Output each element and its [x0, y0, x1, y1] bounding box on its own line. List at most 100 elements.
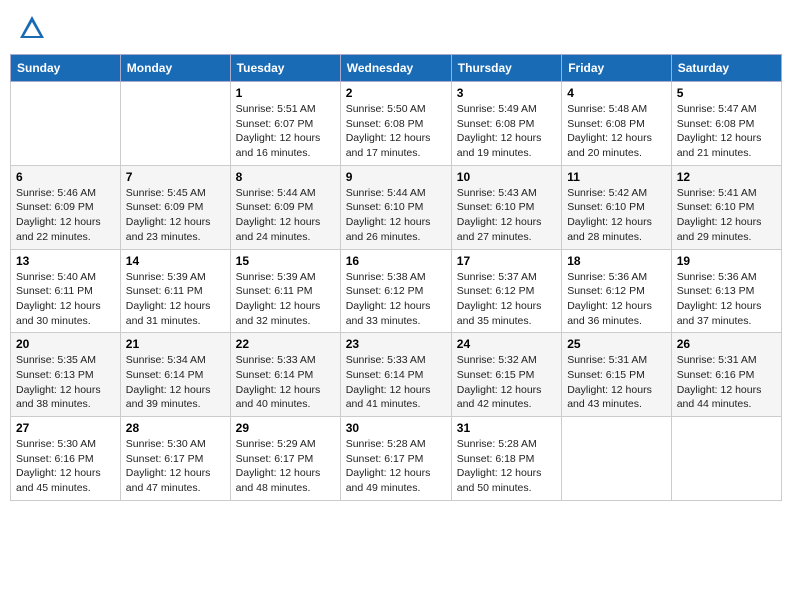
calendar-cell: 9 Sunrise: 5:44 AM Sunset: 6:10 PM Daylig… — [340, 165, 451, 249]
day-detail: Sunrise: 5:41 AM Sunset: 6:10 PM Dayligh… — [677, 186, 776, 245]
calendar-cell: 20 Sunrise: 5:35 AM Sunset: 6:13 PM Dayli… — [11, 333, 121, 417]
day-number: 24 — [457, 337, 556, 351]
day-number: 22 — [236, 337, 335, 351]
day-number: 13 — [16, 254, 115, 268]
calendar-cell: 15 Sunrise: 5:39 AM Sunset: 6:11 PM Dayli… — [230, 249, 340, 333]
day-number: 9 — [346, 170, 446, 184]
calendar-week-row: 13 Sunrise: 5:40 AM Sunset: 6:11 PM Dayli… — [11, 249, 782, 333]
calendar-cell: 28 Sunrise: 5:30 AM Sunset: 6:17 PM Dayli… — [120, 417, 230, 501]
day-detail: Sunrise: 5:40 AM Sunset: 6:11 PM Dayligh… — [16, 270, 115, 329]
day-detail: Sunrise: 5:38 AM Sunset: 6:12 PM Dayligh… — [346, 270, 446, 329]
day-detail: Sunrise: 5:45 AM Sunset: 6:09 PM Dayligh… — [126, 186, 225, 245]
calendar-cell — [11, 82, 121, 166]
calendar-day-header: Monday — [120, 55, 230, 82]
day-number: 16 — [346, 254, 446, 268]
day-number: 27 — [16, 421, 115, 435]
calendar-cell — [671, 417, 781, 501]
day-detail: Sunrise: 5:30 AM Sunset: 6:17 PM Dayligh… — [126, 437, 225, 496]
day-detail: Sunrise: 5:31 AM Sunset: 6:15 PM Dayligh… — [567, 353, 666, 412]
calendar-week-row: 20 Sunrise: 5:35 AM Sunset: 6:13 PM Dayli… — [11, 333, 782, 417]
day-number: 10 — [457, 170, 556, 184]
day-detail: Sunrise: 5:34 AM Sunset: 6:14 PM Dayligh… — [126, 353, 225, 412]
calendar-day-header: Sunday — [11, 55, 121, 82]
calendar-cell: 25 Sunrise: 5:31 AM Sunset: 6:15 PM Dayli… — [562, 333, 672, 417]
day-number: 15 — [236, 254, 335, 268]
day-detail: Sunrise: 5:33 AM Sunset: 6:14 PM Dayligh… — [236, 353, 335, 412]
calendar-cell: 23Sunrise: 5:33 AM Sunset: 6:14 PM Dayli… — [340, 333, 451, 417]
day-number: 11 — [567, 170, 666, 184]
calendar-cell: 13 Sunrise: 5:40 AM Sunset: 6:11 PM Dayli… — [11, 249, 121, 333]
calendar-week-row: 6 Sunrise: 5:46 AM Sunset: 6:09 PM Daylig… — [11, 165, 782, 249]
calendar-cell: 2Sunrise: 5:50 AM Sunset: 6:08 PM Daylig… — [340, 82, 451, 166]
day-detail: Sunrise: 5:47 AM Sunset: 6:08 PM Dayligh… — [677, 102, 776, 161]
day-number: 29 — [236, 421, 335, 435]
day-number: 18 — [567, 254, 666, 268]
calendar-cell — [562, 417, 672, 501]
calendar-cell — [120, 82, 230, 166]
calendar-cell: 11Sunrise: 5:42 AM Sunset: 6:10 PM Dayli… — [562, 165, 672, 249]
calendar-day-header: Saturday — [671, 55, 781, 82]
day-detail: Sunrise: 5:30 AM Sunset: 6:16 PM Dayligh… — [16, 437, 115, 496]
calendar-day-header: Friday — [562, 55, 672, 82]
day-detail: Sunrise: 5:43 AM Sunset: 6:10 PM Dayligh… — [457, 186, 556, 245]
day-number: 4 — [567, 86, 666, 100]
calendar-cell: 14 Sunrise: 5:39 AM Sunset: 6:11 PM Dayli… — [120, 249, 230, 333]
day-number: 31 — [457, 421, 556, 435]
day-number: 17 — [457, 254, 556, 268]
day-number: 21 — [126, 337, 225, 351]
calendar-body: 1Sunrise: 5:51 AM Sunset: 6:07 PM Daylig… — [11, 82, 782, 501]
calendar-week-row: 1Sunrise: 5:51 AM Sunset: 6:07 PM Daylig… — [11, 82, 782, 166]
calendar-cell: 18 Sunrise: 5:36 AM Sunset: 6:12 PM Dayli… — [562, 249, 672, 333]
calendar-cell: 16 Sunrise: 5:38 AM Sunset: 6:12 PM Dayli… — [340, 249, 451, 333]
calendar-cell: 5 Sunrise: 5:47 AM Sunset: 6:08 PM Daylig… — [671, 82, 781, 166]
day-detail: Sunrise: 5:46 AM Sunset: 6:09 PM Dayligh… — [16, 186, 115, 245]
calendar-cell: 27 Sunrise: 5:30 AM Sunset: 6:16 PM Dayli… — [11, 417, 121, 501]
calendar-cell: 8 Sunrise: 5:44 AM Sunset: 6:09 PM Daylig… — [230, 165, 340, 249]
day-number: 2 — [346, 86, 446, 100]
calendar-day-header: Thursday — [451, 55, 561, 82]
calendar-cell: 19 Sunrise: 5:36 AM Sunset: 6:13 PM Dayli… — [671, 249, 781, 333]
logo — [18, 14, 48, 42]
day-detail: Sunrise: 5:36 AM Sunset: 6:12 PM Dayligh… — [567, 270, 666, 329]
day-number: 19 — [677, 254, 776, 268]
calendar-cell: 21 Sunrise: 5:34 AM Sunset: 6:14 PM Dayli… — [120, 333, 230, 417]
day-detail: Sunrise: 5:44 AM Sunset: 6:09 PM Dayligh… — [236, 186, 335, 245]
day-detail: Sunrise: 5:48 AM Sunset: 6:08 PM Dayligh… — [567, 102, 666, 161]
day-number: 5 — [677, 86, 776, 100]
day-number: 28 — [126, 421, 225, 435]
day-detail: Sunrise: 5:36 AM Sunset: 6:13 PM Dayligh… — [677, 270, 776, 329]
day-detail: Sunrise: 5:35 AM Sunset: 6:13 PM Dayligh… — [16, 353, 115, 412]
day-number: 20 — [16, 337, 115, 351]
calendar-cell: 26 Sunrise: 5:31 AM Sunset: 6:16 PM Dayli… — [671, 333, 781, 417]
calendar-cell: 30 Sunrise: 5:28 AM Sunset: 6:17 PM Dayli… — [340, 417, 451, 501]
day-detail: Sunrise: 5:33 AM Sunset: 6:14 PM Dayligh… — [346, 353, 446, 412]
calendar-cell: 29 Sunrise: 5:29 AM Sunset: 6:17 PM Dayli… — [230, 417, 340, 501]
day-detail: Sunrise: 5:28 AM Sunset: 6:18 PM Dayligh… — [457, 437, 556, 496]
day-detail: Sunrise: 5:39 AM Sunset: 6:11 PM Dayligh… — [126, 270, 225, 329]
day-detail: Sunrise: 5:49 AM Sunset: 6:08 PM Dayligh… — [457, 102, 556, 161]
day-number: 26 — [677, 337, 776, 351]
calendar-cell: 6 Sunrise: 5:46 AM Sunset: 6:09 PM Daylig… — [11, 165, 121, 249]
day-number: 8 — [236, 170, 335, 184]
day-detail: Sunrise: 5:44 AM Sunset: 6:10 PM Dayligh… — [346, 186, 446, 245]
day-detail: Sunrise: 5:29 AM Sunset: 6:17 PM Dayligh… — [236, 437, 335, 496]
day-number: 25 — [567, 337, 666, 351]
day-detail: Sunrise: 5:39 AM Sunset: 6:11 PM Dayligh… — [236, 270, 335, 329]
page-header — [10, 10, 782, 46]
calendar-cell: 1Sunrise: 5:51 AM Sunset: 6:07 PM Daylig… — [230, 82, 340, 166]
calendar-cell: 7Sunrise: 5:45 AM Sunset: 6:09 PM Daylig… — [120, 165, 230, 249]
day-number: 30 — [346, 421, 446, 435]
day-detail: Sunrise: 5:31 AM Sunset: 6:16 PM Dayligh… — [677, 353, 776, 412]
calendar-day-header: Tuesday — [230, 55, 340, 82]
calendar-week-row: 27 Sunrise: 5:30 AM Sunset: 6:16 PM Dayli… — [11, 417, 782, 501]
day-number: 14 — [126, 254, 225, 268]
day-number: 1 — [236, 86, 335, 100]
logo-icon — [18, 14, 46, 42]
day-detail: Sunrise: 5:28 AM Sunset: 6:17 PM Dayligh… — [346, 437, 446, 496]
day-number: 6 — [16, 170, 115, 184]
day-detail: Sunrise: 5:37 AM Sunset: 6:12 PM Dayligh… — [457, 270, 556, 329]
day-number: 12 — [677, 170, 776, 184]
day-number: 3 — [457, 86, 556, 100]
calendar-cell: 24Sunrise: 5:32 AM Sunset: 6:15 PM Dayli… — [451, 333, 561, 417]
calendar-header-row: SundayMondayTuesdayWednesdayThursdayFrid… — [11, 55, 782, 82]
